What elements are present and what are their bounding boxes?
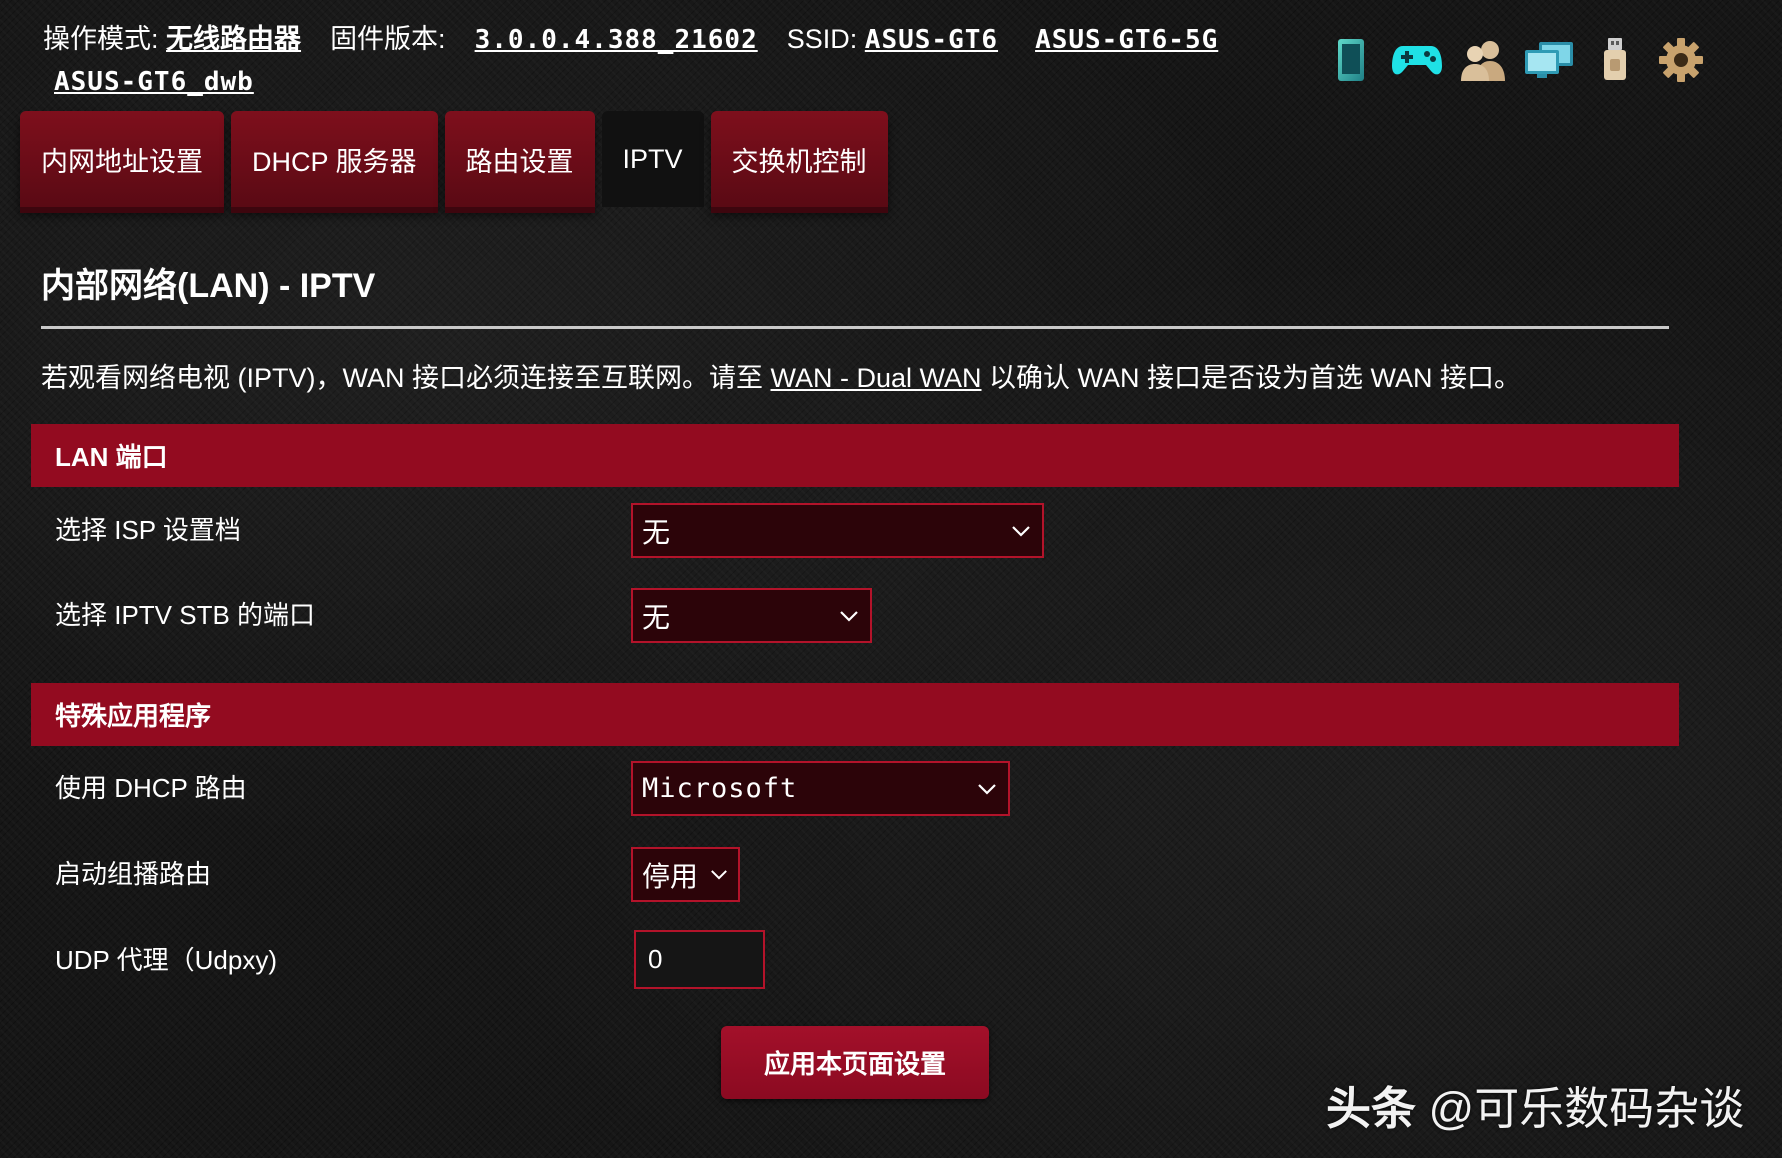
udpxy-label: UDP 代理（Udpxy) <box>55 945 278 975</box>
stb-port-select[interactable]: 无 <box>631 588 872 643</box>
stb-port-label: 选择 IPTV STB 的端口 <box>55 600 316 630</box>
tab-route[interactable]: 路由设置 <box>444 111 595 207</box>
ssid-link-dwb[interactable]: ASUS-GT6_dwb <box>54 67 254 97</box>
lan-tab-bar: 内网地址设置 DHCP 服务器 路由设置 IPTV 交换机控制 <box>20 111 895 211</box>
isp-profile-select[interactable]: 无 <box>631 503 1044 558</box>
iptv-description: 若观看网络电视 (IPTV)，WAN 接口必须连接至互联网。请至 WAN - D… <box>41 358 1691 398</box>
ssid-link-2g[interactable]: ASUS-GT6 <box>865 25 998 55</box>
status-icon-bar <box>1325 34 1721 86</box>
isp-profile-value: 无 <box>642 516 671 548</box>
chevron-down-icon <box>838 605 860 627</box>
firmware-version-link[interactable]: 3.0.0.4.388_21602 <box>475 25 758 55</box>
ssid-link-5g[interactable]: ASUS-GT6-5G <box>1035 25 1218 55</box>
tab-lan-ip[interactable]: 内网地址设置 <box>20 111 224 207</box>
firmware-label: 固件版本: <box>330 24 446 54</box>
description-text-start: 若观看网络电视 (IPTV)，WAN 接口必须连接至互联网。请至 <box>41 363 771 393</box>
usb-icon[interactable] <box>1589 34 1641 86</box>
system-info-bar: 操作模式: 无线路由器 固件版本: 3.0.0.4.388_21602 SSID… <box>43 19 1313 103</box>
isp-profile-label: 选择 ISP 设置档 <box>55 515 241 545</box>
operation-mode-label: 操作模式: <box>43 24 159 54</box>
tab-dhcp-server[interactable]: DHCP 服务器 <box>231 111 438 207</box>
title-divider <box>41 326 1669 329</box>
network-monitor-icon[interactable] <box>1523 34 1575 86</box>
chevron-down-icon <box>1010 520 1032 542</box>
phone-icon[interactable] <box>1325 34 1377 86</box>
lan-port-section-header: LAN 端口 <box>31 424 1679 487</box>
tab-iptv[interactable]: IPTV <box>601 111 704 207</box>
page-title: 内部网络(LAN) - IPTV <box>41 267 376 305</box>
users-icon[interactable] <box>1457 34 1509 86</box>
udpxy-port-input[interactable] <box>634 930 765 989</box>
gamepad-icon[interactable] <box>1391 34 1443 86</box>
tab-switch-control[interactable]: 交换机控制 <box>710 111 888 207</box>
multicast-routing-select[interactable]: 停用 <box>631 847 740 902</box>
stb-port-value: 无 <box>642 601 671 633</box>
operation-mode-link[interactable]: 无线路由器 <box>166 24 301 54</box>
chevron-down-icon <box>708 864 730 886</box>
multicast-routing-value: 停用 <box>642 860 699 892</box>
dhcp-route-label: 使用 DHCP 路由 <box>55 773 247 803</box>
multicast-routing-label: 启动组播路由 <box>55 859 212 889</box>
chevron-down-icon <box>976 778 998 800</box>
wan-dual-wan-link[interactable]: WAN - Dual WAN <box>771 363 982 393</box>
watermark-brand: 头条 <box>1326 1083 1417 1134</box>
description-text-end: 以确认 WAN 接口是否设为首选 WAN 接口。 <box>981 363 1522 393</box>
special-apps-section-header: 特殊应用程序 <box>31 683 1679 746</box>
watermark: 头条 @可乐数码杂谈 <box>1326 1072 1744 1137</box>
ssid-label: SSID: <box>786 24 858 54</box>
apply-settings-button[interactable]: 应用本页面设置 <box>721 1026 989 1099</box>
dhcp-route-select[interactable]: Microsoft <box>631 761 1010 816</box>
settings-gear-icon[interactable] <box>1655 34 1707 86</box>
dhcp-route-value: Microsoft <box>642 773 798 804</box>
watermark-handle: @可乐数码杂谈 <box>1428 1083 1745 1134</box>
